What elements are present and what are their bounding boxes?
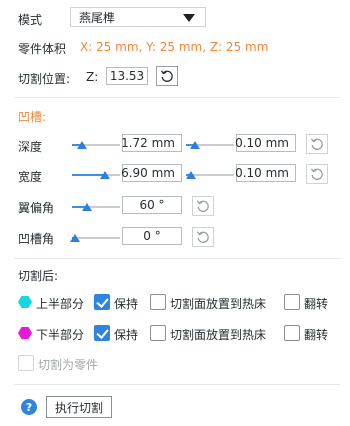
depth-slider-thumb[interactable] xyxy=(77,141,87,149)
reset-cut-position-button[interactable] xyxy=(156,66,178,86)
reset-icon xyxy=(310,168,323,180)
lower-part-color-icon xyxy=(18,327,32,339)
lower-part-label: 下半部分 xyxy=(36,328,85,342)
reset-icon xyxy=(196,200,209,212)
cut-to-parts-label: 切割为零件 xyxy=(38,358,99,372)
lower-place-on-bed-label: 切割面放置到热床 xyxy=(170,328,267,342)
cut-position-input[interactable]: 13.53 xyxy=(106,67,148,85)
flap-angle-thumb[interactable] xyxy=(82,203,92,211)
lower-flip-label: 翻转 xyxy=(304,328,329,342)
depth-tolerance-value: 0.10 mm xyxy=(235,136,289,150)
width-label: 宽度 xyxy=(18,170,43,184)
help-icon[interactable]: ? xyxy=(21,399,37,415)
depth-input[interactable]: 1.72 mm xyxy=(121,134,182,152)
reset-icon xyxy=(196,231,209,243)
upper-keep-checkbox[interactable] xyxy=(94,294,110,310)
flap-angle-input[interactable]: 60 ° xyxy=(122,196,182,214)
reset-icon xyxy=(310,138,323,150)
help-icon-glyph: ? xyxy=(25,400,33,414)
part-volume-value: X: 25 mm, Y: 25 mm, Z: 25 mm xyxy=(80,40,269,54)
mode-label: 模式 xyxy=(18,13,43,27)
groove-angle-thumb[interactable] xyxy=(70,234,80,242)
part-volume-label: 零件体积 xyxy=(18,42,67,56)
width-tolerance-value: 0.10 mm xyxy=(235,166,289,180)
groove-title: 凹槽: xyxy=(18,110,47,124)
cut-position-value: 13.53 xyxy=(109,69,145,83)
upper-flip-label: 翻转 xyxy=(304,297,329,311)
upper-place-on-bed-checkbox[interactable] xyxy=(150,294,166,310)
upper-keep-label: 保持 xyxy=(114,297,139,311)
upper-place-on-bed-label: 切割面放置到热床 xyxy=(170,297,267,311)
lower-flip-checkbox[interactable] xyxy=(284,325,300,341)
lower-keep-label: 保持 xyxy=(114,328,139,342)
width-value: 6.90 mm xyxy=(121,166,175,180)
reset-depth-button[interactable] xyxy=(306,134,328,154)
reset-width-button[interactable] xyxy=(306,164,328,184)
divider xyxy=(14,384,340,385)
cut-position-axis: Z: xyxy=(86,70,99,84)
width-tolerance-thumb[interactable] xyxy=(186,171,196,179)
width-slider[interactable] xyxy=(72,174,120,176)
flap-angle-value: 60 ° xyxy=(139,198,165,212)
mode-select[interactable]: 燕尾榫 xyxy=(70,7,206,27)
divider xyxy=(14,97,340,98)
mode-select-value: 燕尾榫 xyxy=(79,10,116,25)
flap-angle-slider[interactable] xyxy=(72,206,120,208)
groove-angle-label: 凹槽角 xyxy=(18,232,55,246)
upper-part-color-icon xyxy=(18,296,32,308)
width-slider-thumb[interactable] xyxy=(100,171,110,179)
perform-cut-label: 执行切割 xyxy=(54,400,103,415)
lower-place-on-bed-checkbox[interactable] xyxy=(150,325,166,341)
groove-angle-input[interactable]: 0 ° xyxy=(122,227,182,245)
reset-icon xyxy=(160,70,173,82)
upper-flip-checkbox[interactable] xyxy=(284,294,300,310)
groove-angle-value: 0 ° xyxy=(143,229,161,243)
lower-keep-checkbox[interactable] xyxy=(94,325,110,341)
cut-to-parts-checkbox[interactable] xyxy=(18,355,34,371)
depth-label: 深度 xyxy=(18,140,43,154)
perform-cut-button[interactable]: 执行切割 xyxy=(46,396,112,418)
reset-flap-angle-button[interactable] xyxy=(192,196,214,216)
depth-value: 1.72 mm xyxy=(121,136,175,150)
divider xyxy=(14,258,340,259)
depth-tolerance-input[interactable]: 0.10 mm xyxy=(235,134,296,152)
chevron-down-icon xyxy=(183,14,195,22)
flap-angle-label: 翼偏角 xyxy=(18,201,55,215)
depth-tolerance-thumb[interactable] xyxy=(190,141,200,149)
width-tolerance-input[interactable]: 0.10 mm xyxy=(235,164,296,182)
width-input[interactable]: 6.90 mm xyxy=(121,164,182,182)
upper-part-label: 上半部分 xyxy=(36,297,85,311)
after-cut-title: 切割后: xyxy=(18,269,59,283)
cut-position-label: 切割位置: xyxy=(18,72,71,86)
reset-groove-angle-button[interactable] xyxy=(192,227,214,247)
